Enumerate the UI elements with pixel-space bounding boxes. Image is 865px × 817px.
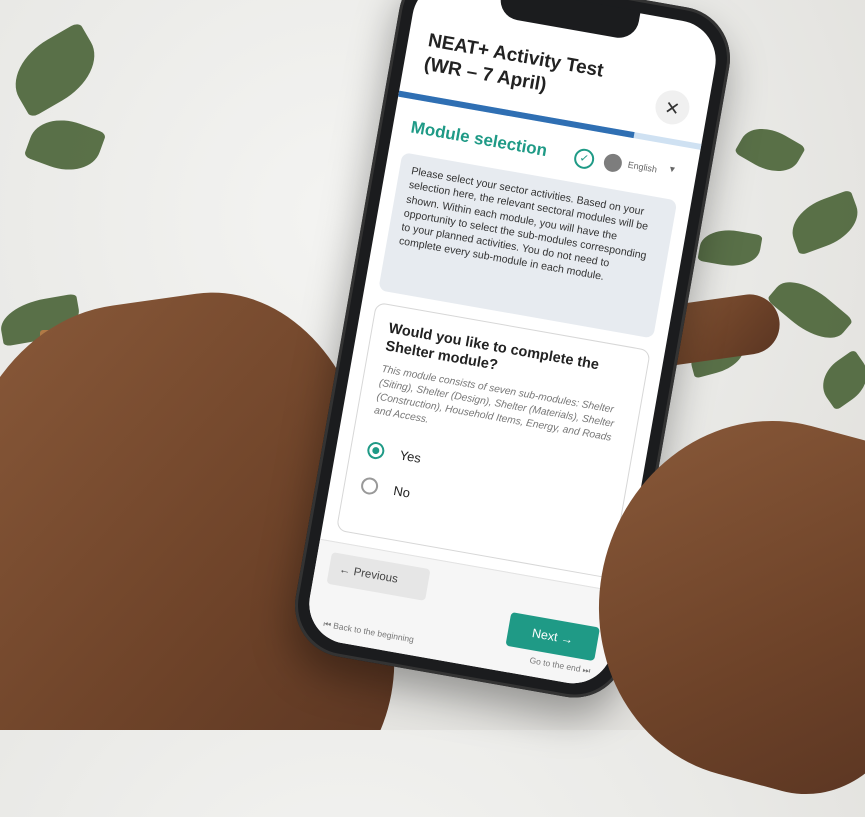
previous-button[interactable]: ← Previous bbox=[326, 552, 431, 601]
chevron-down-icon[interactable]: ▾ bbox=[669, 164, 676, 176]
check-circle-icon: ✓ bbox=[572, 147, 596, 171]
next-button[interactable]: Next → bbox=[505, 612, 600, 662]
module-title: Module selection bbox=[409, 117, 549, 161]
close-button[interactable]: ✕ bbox=[652, 87, 693, 128]
option-label: No bbox=[392, 482, 412, 501]
plant-leaf bbox=[23, 109, 107, 181]
radio-no[interactable] bbox=[359, 475, 380, 496]
back-to-beginning-link[interactable]: ⏮ Back to the beginning bbox=[322, 619, 415, 646]
plant-leaf bbox=[697, 225, 763, 271]
plant-leaf bbox=[766, 268, 854, 352]
language-selector[interactable]: English bbox=[627, 160, 658, 175]
plant-leaf bbox=[734, 117, 806, 183]
globe-icon[interactable] bbox=[602, 152, 624, 174]
plant-leaf bbox=[1, 21, 109, 119]
radio-yes-selected[interactable] bbox=[366, 440, 386, 461]
plant-leaf bbox=[813, 349, 865, 411]
plant-leaf bbox=[784, 189, 865, 256]
question-card-shelter: Would you like to complete the Shelter m… bbox=[335, 301, 651, 579]
option-label: Yes bbox=[398, 447, 423, 466]
